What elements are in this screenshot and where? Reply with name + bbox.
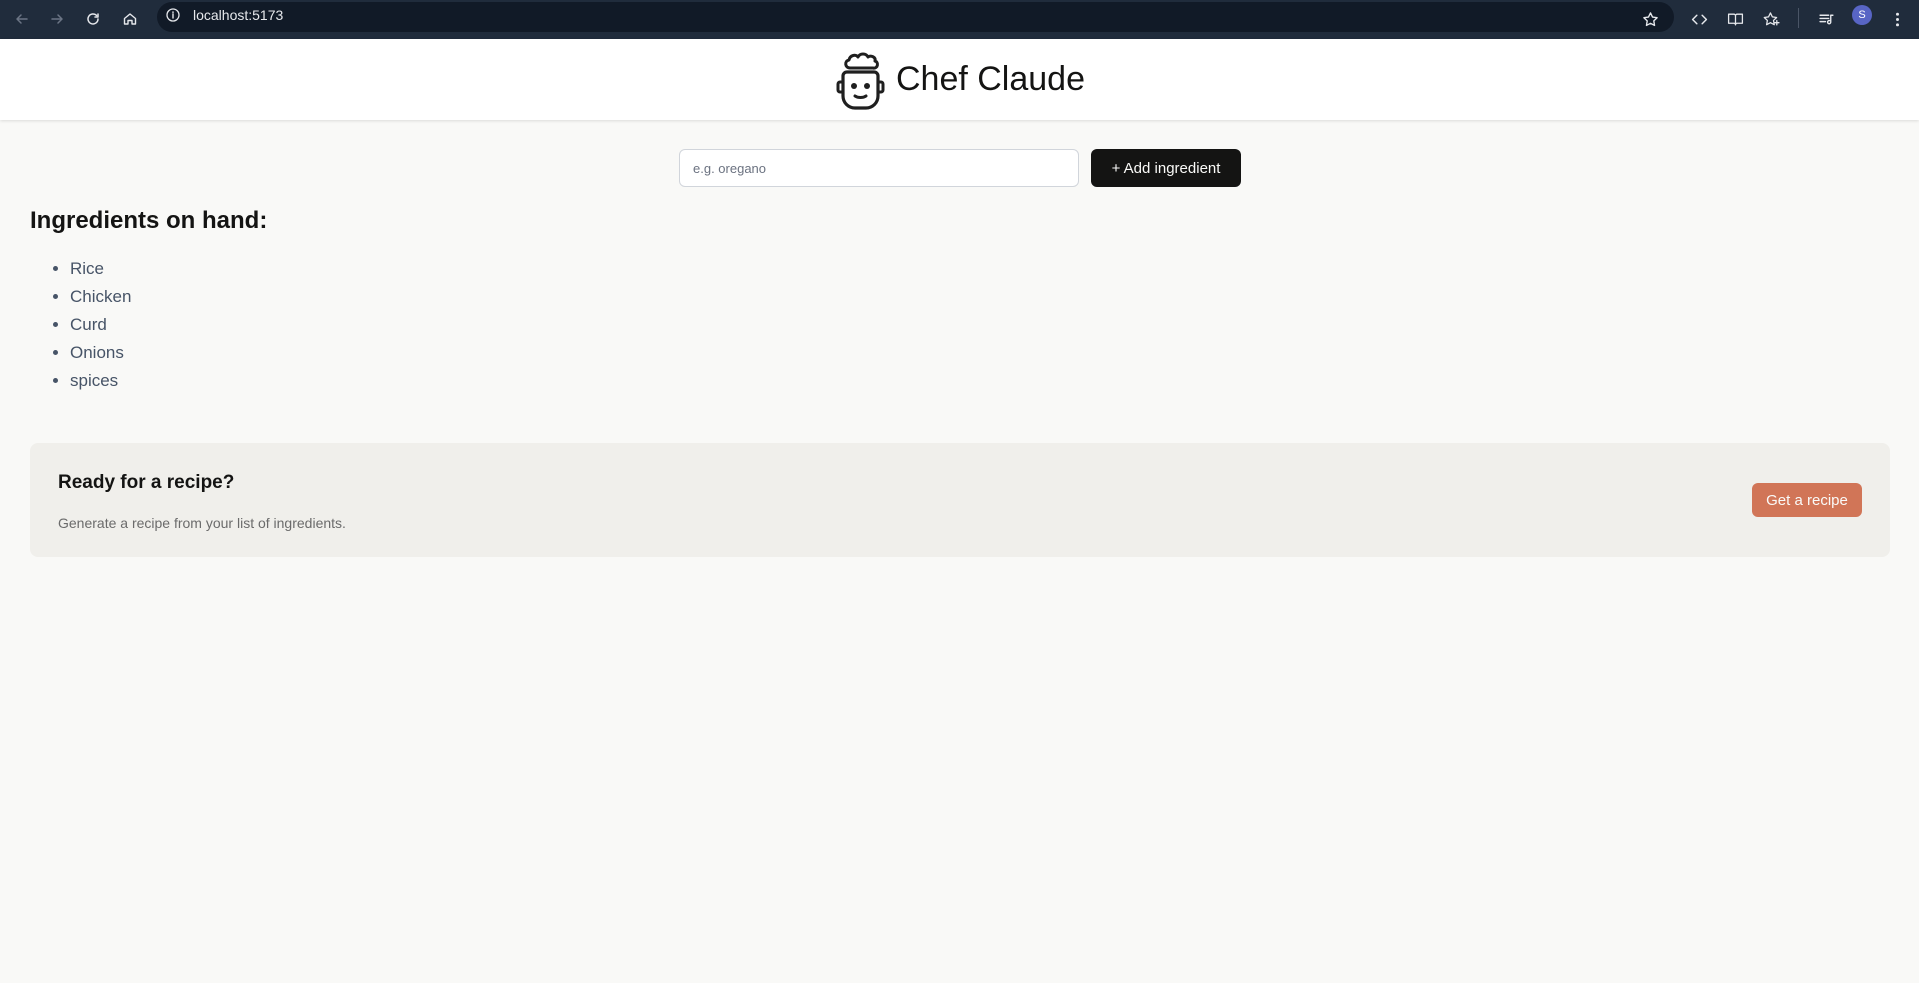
reader-mode-icon[interactable] <box>1721 5 1749 33</box>
reload-icon[interactable] <box>79 5 107 33</box>
media-queue-icon[interactable] <box>1812 5 1840 33</box>
site-info-icon[interactable] <box>165 7 181 23</box>
back-icon[interactable] <box>8 5 36 33</box>
chef-robot-icon <box>834 50 886 110</box>
add-ingredient-button[interactable]: + Add ingredient <box>1091 149 1241 187</box>
recipe-cta-subtitle: Generate a recipe from your list of ingr… <box>58 515 346 531</box>
ingredient-input[interactable] <box>679 149 1079 187</box>
ingredient-item: Chicken <box>70 283 131 311</box>
address-bar[interactable] <box>157 2 1674 32</box>
ingredient-item: Curd <box>70 311 131 339</box>
bookmark-star-icon[interactable] <box>1636 5 1664 33</box>
recipe-cta-title: Ready for a recipe? <box>58 472 235 493</box>
recipe-cta-card: Ready for a recipe? Generate a recipe fr… <box>30 443 1890 557</box>
ingredient-item: Onions <box>70 339 131 367</box>
toolbar-divider <box>1798 8 1799 28</box>
code-icon[interactable] <box>1685 5 1713 33</box>
profile-avatar[interactable]: S <box>1852 5 1872 25</box>
home-icon[interactable] <box>116 5 144 33</box>
ingredient-item: Rice <box>70 255 131 283</box>
more-menu-icon[interactable] <box>1883 5 1911 33</box>
ingredients-list: Rice Chicken Curd Onions spices <box>70 255 131 395</box>
forward-icon[interactable] <box>43 5 71 33</box>
get-recipe-button[interactable]: Get a recipe <box>1752 483 1862 517</box>
browser-toolbar: localhost:5173 S <box>0 0 1919 39</box>
ingredient-item: spices <box>70 367 131 395</box>
app-header: Chef Claude <box>0 39 1919 120</box>
app-title: Chef Claude <box>895 60 1085 98</box>
favorites-icon[interactable] <box>1757 5 1785 33</box>
url-text[interactable]: localhost:5173 <box>193 7 283 23</box>
ingredients-heading: Ingredients on hand: <box>30 207 268 234</box>
